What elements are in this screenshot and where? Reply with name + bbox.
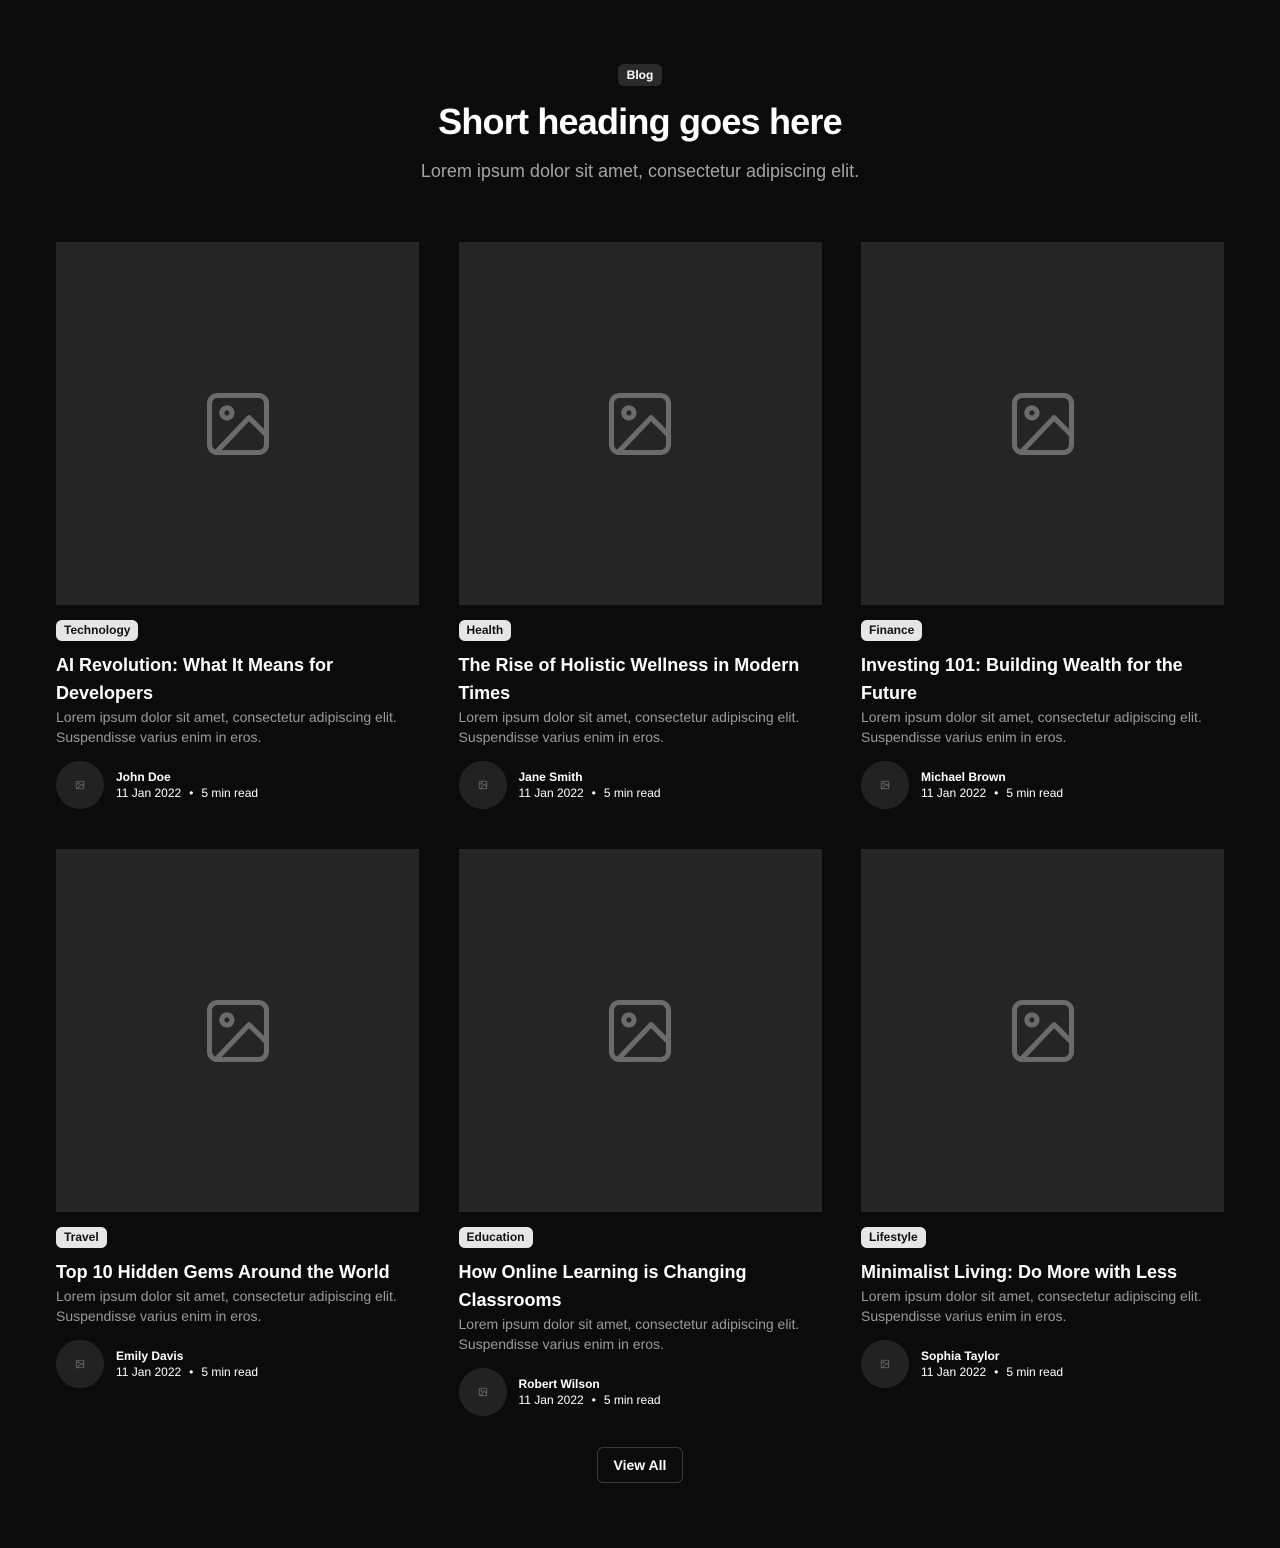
author-name: Robert Wilson [518, 1377, 600, 1391]
author-info: Robert Wilson 11 Jan 2022 • 5 min read [519, 1376, 661, 1408]
avatar [861, 761, 909, 809]
blog-card-image[interactable] [56, 849, 419, 1212]
post-description: Lorem ipsum dolor sit amet, consectetur … [458, 709, 800, 745]
blog-card[interactable]: Finance Investing 101: Building Wealth f… [861, 242, 1224, 809]
read-time: 5 min read [603, 786, 661, 800]
blog-section: Blog Short heading goes here Lorem ipsum… [0, 0, 1280, 1548]
avatar [56, 1340, 104, 1388]
author-name: Emily Davis [116, 1349, 184, 1363]
post-description: Lorem ipsum dolor sit amet, consectetur … [861, 1288, 1202, 1324]
post-meta: 11 Jan 2022 • 5 min read [116, 1364, 258, 1380]
author-info: Emily Davis 11 Jan 2022 • 5 min read [116, 1348, 258, 1380]
author-name: Jane Smith [518, 770, 583, 784]
blog-card[interactable]: Lifestyle Minimalist Living: Do More wit… [861, 849, 1224, 1416]
image-placeholder-icon [1011, 999, 1074, 1062]
post-author: Emily Davis 11 Jan 2022 • 5 min read [56, 1340, 419, 1388]
post-title[interactable]: How Online Learning is Changing Classroo… [459, 1258, 822, 1314]
blog-card-image[interactable] [56, 242, 419, 605]
post-date: 11 Jan 2022 [116, 1365, 182, 1379]
post-title[interactable]: Minimalist Living: Do More with Less [861, 1258, 1224, 1286]
post-author: John Doe 11 Jan 2022 • 5 min read [56, 761, 419, 809]
category-badge[interactable]: Health [458, 620, 512, 641]
author-info: Michael Brown 11 Jan 2022 • 5 min read [921, 769, 1063, 801]
post-description: Lorem ipsum dolor sit amet, consectetur … [861, 709, 1202, 745]
section-heading: Short heading goes here [438, 101, 842, 142]
avatar-image-icon [75, 1359, 85, 1369]
blog-card-image[interactable] [861, 849, 1224, 1212]
meta-separator: • [189, 1365, 194, 1379]
post-date: 11 Jan 2022 [921, 786, 987, 800]
image-placeholder-icon [206, 392, 269, 455]
author-info: Jane Smith 11 Jan 2022 • 5 min read [519, 769, 661, 801]
post-meta: 11 Jan 2022 • 5 min read [921, 1364, 1063, 1380]
read-time: 5 min read [201, 786, 259, 800]
section-header: Blog Short heading goes here Lorem ipsum… [0, 64, 1280, 184]
image-placeholder-icon [206, 999, 269, 1062]
read-time: 5 min read [201, 1365, 259, 1379]
read-time: 5 min read [603, 1393, 661, 1407]
post-date: 11 Jan 2022 [518, 786, 584, 800]
post-title[interactable]: Top 10 Hidden Gems Around the World [56, 1258, 419, 1286]
post-title[interactable]: Investing 101: Building Wealth for the F… [861, 651, 1224, 707]
blog-card[interactable]: Education How Online Learning is Changin… [458, 849, 822, 1416]
post-date: 11 Jan 2022 [116, 786, 182, 800]
post-description: Lorem ipsum dolor sit amet, consectetur … [458, 1316, 800, 1352]
post-meta: 11 Jan 2022 • 5 min read [519, 1392, 661, 1408]
section-subheading: Lorem ipsum dolor sit amet, consectetur … [420, 161, 860, 181]
post-title[interactable]: AI Revolution: What It Means for Develop… [56, 651, 419, 707]
avatar [458, 761, 507, 809]
blog-grid: Technology AI Revolution: What It Means … [56, 242, 1224, 1416]
blog-card-image[interactable] [458, 242, 822, 605]
blog-card-image[interactable] [861, 242, 1224, 605]
tagline-badge: Blog [617, 64, 663, 86]
post-meta: 11 Jan 2022 • 5 min read [519, 785, 661, 801]
author-info: John Doe 11 Jan 2022 • 5 min read [116, 769, 258, 801]
author-name: Michael Brown [921, 770, 1006, 784]
image-placeholder-icon [608, 999, 672, 1062]
post-description: Lorem ipsum dolor sit amet, consectetur … [56, 1288, 397, 1324]
post-author: Jane Smith 11 Jan 2022 • 5 min read [458, 761, 822, 809]
post-date: 11 Jan 2022 [921, 1365, 987, 1379]
post-author: Sophia Taylor 11 Jan 2022 • 5 min read [861, 1340, 1224, 1388]
post-author: Robert Wilson 11 Jan 2022 • 5 min read [458, 1368, 822, 1416]
avatar [458, 1368, 507, 1416]
meta-separator: • [591, 786, 596, 800]
avatar [861, 1340, 909, 1388]
post-meta: 11 Jan 2022 • 5 min read [921, 785, 1063, 801]
read-time: 5 min read [1006, 786, 1064, 800]
category-badge[interactable]: Lifestyle [861, 1227, 926, 1248]
meta-separator: • [994, 786, 999, 800]
post-meta: 11 Jan 2022 • 5 min read [116, 785, 258, 801]
category-badge[interactable]: Technology [56, 620, 139, 641]
avatar-image-icon [880, 780, 890, 790]
avatar [56, 761, 104, 809]
image-placeholder-icon [1011, 392, 1074, 455]
post-author: Michael Brown 11 Jan 2022 • 5 min read [861, 761, 1224, 809]
image-placeholder-icon [608, 392, 672, 455]
author-name: Sophia Taylor [921, 1349, 1000, 1363]
avatar-image-icon [75, 780, 85, 790]
blog-card[interactable]: Travel Top 10 Hidden Gems Around the Wor… [56, 849, 419, 1416]
author-name: John Doe [116, 770, 171, 784]
category-badge[interactable]: Education [458, 1227, 533, 1248]
post-title[interactable]: The Rise of Holistic Wellness in Modern … [459, 651, 822, 707]
view-all-button[interactable]: View All [597, 1447, 683, 1483]
avatar-image-icon [478, 1387, 487, 1397]
post-date: 11 Jan 2022 [518, 1393, 584, 1407]
meta-separator: • [591, 1393, 596, 1407]
post-description: Lorem ipsum dolor sit amet, consectetur … [56, 709, 397, 745]
meta-separator: • [189, 786, 194, 800]
blog-card[interactable]: Technology AI Revolution: What It Means … [56, 242, 419, 809]
category-badge[interactable]: Travel [56, 1227, 107, 1248]
read-time: 5 min read [1006, 1365, 1064, 1379]
blog-card[interactable]: Health The Rise of Holistic Wellness in … [458, 242, 822, 809]
blog-card-image[interactable] [458, 849, 822, 1212]
author-info: Sophia Taylor 11 Jan 2022 • 5 min read [921, 1348, 1063, 1380]
avatar-image-icon [478, 780, 487, 790]
meta-separator: • [994, 1365, 999, 1379]
avatar-image-icon [880, 1359, 890, 1369]
category-badge[interactable]: Finance [861, 620, 923, 641]
